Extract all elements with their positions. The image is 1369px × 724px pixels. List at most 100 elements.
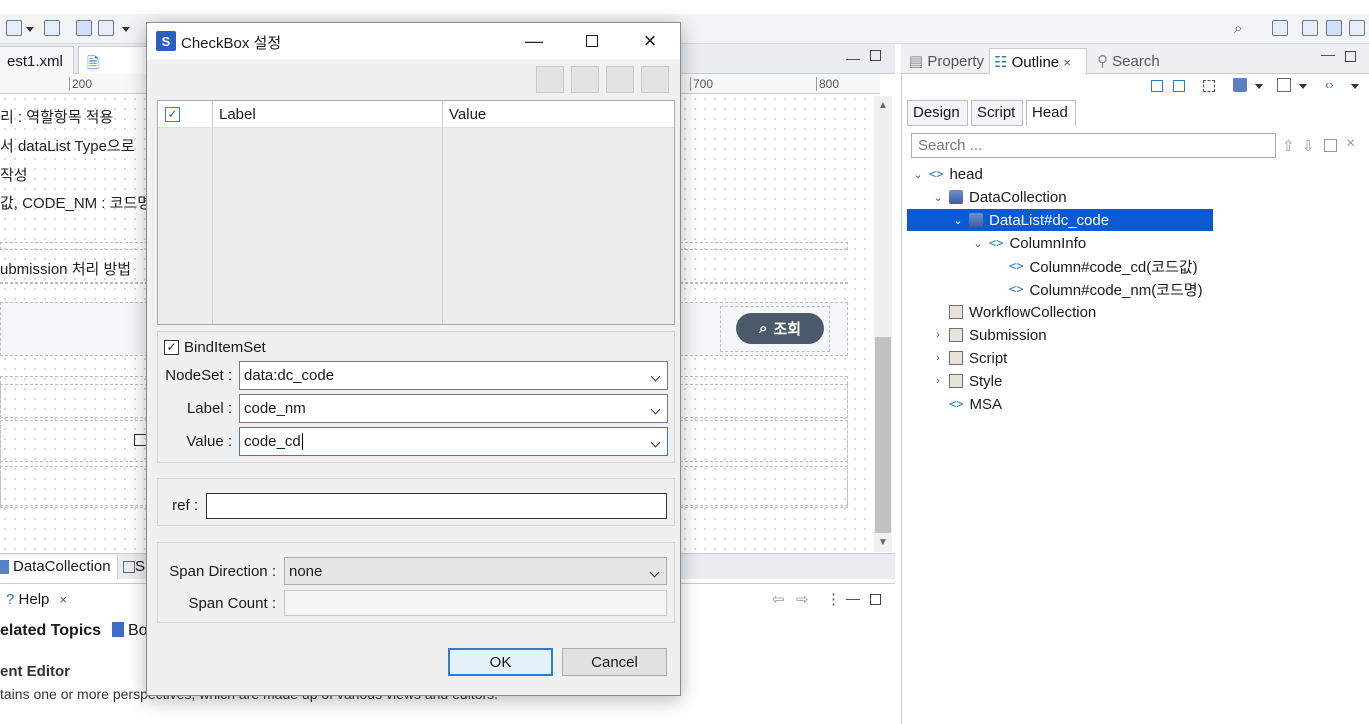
select-icon[interactable] xyxy=(76,20,92,36)
tag-icon: <> xyxy=(989,236,1004,250)
close-button[interactable]: × xyxy=(624,23,676,59)
chevron-down-icon[interactable] xyxy=(26,27,34,32)
close-icon[interactable]: × xyxy=(60,592,68,607)
item-grid[interactable] xyxy=(157,100,675,325)
forward-icon[interactable]: ⇨ xyxy=(796,590,809,608)
canvas-text[interactable]: 작성 xyxy=(0,164,28,185)
close-icon[interactable]: × xyxy=(1063,55,1071,70)
canvas-text[interactable]: 값, CODE_NM : 코드명 xyxy=(0,192,151,213)
list-icon[interactable] xyxy=(1324,139,1337,152)
tab-design[interactable]: Design xyxy=(907,100,968,126)
link-icon[interactable] xyxy=(1203,80,1215,92)
back-icon[interactable]: ⇦ xyxy=(772,590,785,608)
binditemset-checkbox[interactable]: ✓ xyxy=(164,340,179,355)
tree-item[interactable]: ⌄ DataList#dc_code xyxy=(907,209,1213,231)
chevron-down-icon[interactable]: ⌄ xyxy=(911,168,925,181)
tree-item[interactable]: ⌄ DataCollection xyxy=(931,186,1066,208)
minimize-icon[interactable]: — xyxy=(1321,46,1335,62)
debug-icon[interactable] xyxy=(1349,20,1365,36)
tab-submission[interactable]: S xyxy=(121,555,147,579)
window-icon[interactable] xyxy=(6,20,22,36)
grid-column-value[interactable]: Value xyxy=(449,106,486,123)
ref-input[interactable] xyxy=(206,493,667,519)
minimize-icon[interactable]: — xyxy=(846,50,860,66)
chevron-down-icon[interactable] xyxy=(649,567,660,578)
active-perspective-icon[interactable] xyxy=(1326,20,1342,36)
label-combo[interactable]: code_nm xyxy=(239,394,668,423)
collapse-all-icon[interactable] xyxy=(1151,80,1163,92)
tab-outline[interactable]: ☷ Outline × xyxy=(989,48,1087,74)
chevron-down-icon[interactable]: ⌄ xyxy=(971,237,985,250)
tab-datacollection[interactable]: DataCollection xyxy=(0,555,118,579)
tree-item[interactable]: › Submission xyxy=(931,324,1046,346)
canvas-text[interactable]: 리 : 역할항목 적용 xyxy=(0,106,113,127)
tab-script[interactable]: Script xyxy=(971,100,1023,126)
canvas-text[interactable]: 서 dataList Type으로 xyxy=(0,135,135,156)
add-row-icon[interactable] xyxy=(536,66,564,93)
maximize-icon[interactable] xyxy=(870,50,881,61)
search-button[interactable]: ⌕ 조회 xyxy=(736,313,824,344)
ok-button[interactable]: OK xyxy=(448,648,553,676)
tree-item[interactable]: ⌄ <> ColumnInfo xyxy=(971,232,1086,254)
perspective-icon[interactable] xyxy=(1302,20,1318,36)
tree-item[interactable]: <> Column#code_cd(코드값) xyxy=(991,255,1198,277)
layout-icon[interactable] xyxy=(98,20,114,36)
tree-item[interactable]: <> Column#code_nm(코드명) xyxy=(991,278,1203,300)
minimize-icon[interactable]: — xyxy=(846,590,860,606)
canvas-text[interactable]: ubmission 처리 방법 xyxy=(0,258,131,279)
view-menu-icon[interactable]: ⋮ xyxy=(826,590,841,608)
clear-icon[interactable]: × xyxy=(1346,135,1355,153)
tree-item[interactable]: › Style xyxy=(931,370,1002,392)
maximize-icon[interactable] xyxy=(870,594,881,605)
submission-icon[interactable] xyxy=(1277,78,1291,92)
chevron-right-icon[interactable]: › xyxy=(931,375,945,387)
chevron-down-icon[interactable] xyxy=(650,404,661,415)
editor-tab-test1[interactable]: est1.xml xyxy=(0,46,74,74)
datacollection-icon[interactable] xyxy=(1233,78,1247,92)
maximize-button[interactable] xyxy=(566,23,618,59)
grid-icon[interactable] xyxy=(44,20,60,36)
chevron-down-icon[interactable]: ⌄ xyxy=(931,191,945,204)
chevron-down-icon[interactable] xyxy=(1351,84,1359,89)
code-icon[interactable]: ‹› xyxy=(1325,77,1334,92)
tree-item[interactable]: › Script xyxy=(931,347,1007,369)
tree-item[interactable]: ⌄ <> head xyxy=(911,163,982,185)
chevron-down-icon[interactable]: ⌄ xyxy=(951,214,965,227)
arrow-up-icon[interactable]: ⇧ xyxy=(1282,137,1295,155)
maximize-icon[interactable] xyxy=(1345,51,1356,62)
clear-rows-icon[interactable] xyxy=(641,66,669,93)
grid-column-label[interactable]: Label xyxy=(219,106,256,123)
cancel-button[interactable]: Cancel xyxy=(562,648,667,676)
tab-help[interactable]: ? Help × xyxy=(6,591,67,615)
tab-head[interactable]: Head xyxy=(1026,100,1076,126)
tab-property[interactable]: ▤ Property xyxy=(905,48,988,74)
chevron-down-icon[interactable] xyxy=(650,437,661,448)
expand-all-icon[interactable] xyxy=(1173,80,1185,92)
delete-row-icon[interactable] xyxy=(606,66,634,93)
nodeset-combo[interactable]: data:dc_code xyxy=(239,361,668,390)
tab-search[interactable]: ⚲ Search xyxy=(1093,48,1164,74)
open-perspective-icon[interactable] xyxy=(1272,20,1288,36)
scrollbar-thumb[interactable] xyxy=(875,337,891,533)
insert-row-icon[interactable] xyxy=(571,66,599,93)
chevron-down-icon[interactable] xyxy=(1255,84,1263,89)
search-icon[interactable]: ⌕ xyxy=(1234,20,1242,37)
arrow-down-icon[interactable]: ⇩ xyxy=(1302,137,1315,155)
chevron-down-icon[interactable] xyxy=(1299,84,1307,89)
tree-item[interactable]: WorkflowCollection xyxy=(931,301,1096,323)
grid-select-all-checkbox[interactable]: ✓ xyxy=(165,107,180,122)
scroll-up-icon[interactable]: ▲ xyxy=(878,100,888,111)
span-direction-select[interactable]: none xyxy=(284,557,667,585)
scroll-down-icon[interactable]: ▼ xyxy=(878,537,888,548)
chevron-right-icon[interactable]: › xyxy=(931,352,945,364)
editor-tab-training[interactable]: 🗎training xyxy=(78,46,150,95)
minimize-button[interactable]: — xyxy=(508,23,560,59)
chevron-down-icon[interactable] xyxy=(122,27,130,32)
value-combo[interactable]: code_cd xyxy=(239,427,668,456)
outline-search-input[interactable]: Search ... xyxy=(911,133,1276,158)
span-count-input[interactable] xyxy=(284,590,667,616)
binditemset-label: BindItemSet xyxy=(184,339,266,356)
chevron-right-icon[interactable]: › xyxy=(931,329,945,341)
tree-item[interactable]: <> MSA xyxy=(931,393,1002,415)
chevron-down-icon[interactable] xyxy=(650,371,661,382)
